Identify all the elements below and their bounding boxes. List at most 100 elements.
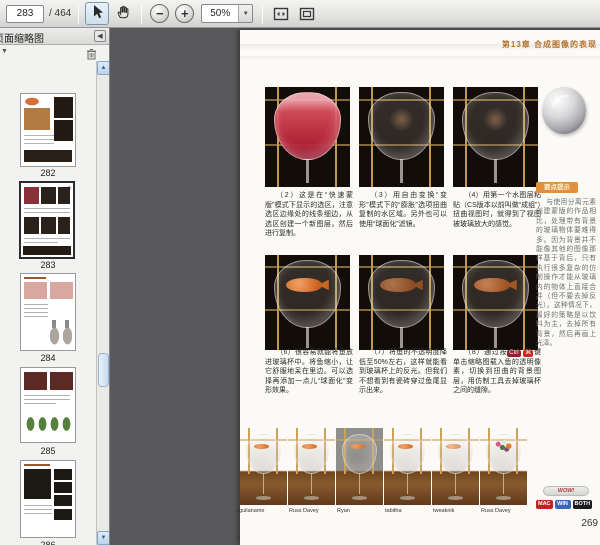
wine-glass-foot (255, 495, 272, 500)
zoom-level-select[interactable]: 50% ▼ (201, 4, 254, 23)
zoom-in-button[interactable]: + (175, 4, 195, 23)
gallery-photo-5 (432, 428, 479, 505)
credit-label: Russ Davey (481, 508, 511, 514)
hand-tool-button[interactable] (111, 2, 135, 25)
thumbnail-list: 282 283 284 285 286 (0, 61, 96, 545)
both-badge: BOTH (572, 500, 593, 509)
wine-glass-foot (447, 495, 464, 500)
wine-glass-stem (406, 474, 409, 495)
credit-label: Ryan (337, 508, 350, 514)
fish (446, 443, 461, 450)
scrollbar-thumb[interactable] (98, 353, 109, 387)
wine-glass-stem (502, 474, 505, 495)
platform-badges: MAC WIN BOTH (536, 500, 593, 509)
toolbar-separator (141, 3, 143, 24)
minus-icon: − (155, 6, 164, 21)
fish (285, 278, 322, 292)
hand-icon (116, 4, 130, 24)
wine-glass-bowl (462, 259, 529, 329)
wine-glass-stem (310, 474, 313, 495)
tip-box-title: 要点提示 (536, 182, 578, 193)
wine-glass-foot (495, 495, 512, 500)
toolbar-separator (78, 3, 80, 24)
fit-width-icon (273, 7, 289, 21)
wine-glass-bowl (294, 434, 329, 475)
document-canvas[interactable]: 第13章 合成图像的表现 （2）这是在“快速蒙版”模式下显示的选区，注意选区边缘… (111, 28, 600, 545)
wine-glass-bowl (246, 434, 281, 475)
thumbnail-label: 285 (40, 446, 56, 456)
cmd-key-badge: ⌘ (523, 350, 534, 357)
caption-text: （8）通过按 (464, 349, 508, 356)
flowers (493, 438, 514, 452)
thumbnail-page-282[interactable] (20, 93, 76, 167)
fish (254, 443, 269, 450)
thumbnails-panel-title: 页面缩略图 (0, 34, 44, 45)
gallery-photo-1 (240, 428, 287, 505)
gallery-photo-4 (384, 428, 431, 505)
fish (350, 443, 365, 450)
thumbnail-label: 286 (40, 540, 56, 545)
toolbar-separator (262, 3, 264, 24)
page-number: 269 (581, 518, 598, 529)
fit-width-button[interactable] (269, 2, 293, 25)
fish (473, 278, 510, 292)
reflection (482, 107, 509, 132)
wine-glass-bowl (368, 259, 435, 329)
credit-label: tabitha (385, 508, 402, 514)
thumbnail-page-283-selected[interactable] (19, 181, 75, 259)
wine-glass-bowl (438, 434, 473, 475)
scan-artifact (240, 56, 600, 60)
thumbnail-page-285[interactable] (20, 367, 76, 443)
scroll-down-button[interactable]: ▼ (97, 531, 109, 545)
fit-page-icon (299, 7, 315, 21)
wine-glass-bowl (368, 92, 435, 160)
gallery-photo-6 (480, 428, 527, 505)
figure-glass-magnified (453, 87, 538, 187)
gallery-photo-2 (288, 428, 335, 505)
fish (379, 278, 416, 292)
caption-step-3: （3）用自由变换“变形”模式下的“膨胀”选项扭曲复制的水区域。另外也可以使用“球… (359, 192, 447, 228)
cursor-arrow-icon (91, 4, 104, 24)
select-tool-button[interactable] (85, 2, 110, 25)
caption-step-6: （6）很容易就能将鱼放进玻璃杯中。将鱼缩小，让它舒服地呆在里边。可以选择再添加一… (265, 349, 353, 395)
tip-box-body: 与使用分离元素创建蒙版的作品相比，处理带有背景的玻璃物体要难得多。因为背景并不能… (536, 199, 596, 348)
win-badge: WIN (554, 500, 571, 509)
wine-glass-stem (358, 474, 361, 495)
wine-glass-stem (262, 474, 265, 495)
thumbnail-label: 284 (40, 353, 56, 363)
wine-glass-stem (494, 159, 497, 183)
figure-fish-opacity (359, 255, 444, 350)
thumbnail-page-286[interactable] (20, 460, 76, 538)
sidebar-scrollbar[interactable]: ▲ ▼ (96, 61, 109, 545)
page-number-input[interactable] (6, 4, 44, 23)
credit-label: Russ Davey (289, 508, 319, 514)
chapter-header: 第13章 合成图像的表现 (501, 40, 597, 49)
credit-label: tweaknik (433, 508, 455, 514)
reflection (388, 107, 415, 132)
scroll-up-button[interactable]: ▲ (97, 61, 109, 75)
wine-glass-bowl (342, 434, 377, 475)
thumbnail-label: 283 (40, 260, 56, 270)
wine-glass-bowl (486, 434, 521, 475)
thumbnail-page-284[interactable] (20, 273, 76, 351)
thumbnails-toolbar: ▼ (0, 45, 109, 61)
chevron-down-icon[interactable]: ▼ (238, 5, 253, 22)
fish (302, 443, 317, 450)
wine-glass-stem (306, 327, 309, 349)
caption-step-2: （2）这是在“快速蒙版”模式下显示的选区，注意选区边缘处的线条细边，从选区创建一… (265, 192, 353, 238)
zoom-out-button[interactable]: − (150, 4, 170, 23)
figure-fish-in-glass (265, 255, 350, 350)
plus-icon: + (180, 6, 189, 21)
caption-step-8: （8）通过按 Ctrl ⌘ 键单击缩略图载入鱼的透明像素，切换到扭曲的背景图层，用仿… (453, 348, 541, 396)
wine-glass-stem (306, 159, 309, 183)
pdf-viewer-window: / 464 − + 50% ▼ (0, 0, 600, 545)
panel-collapse-button[interactable]: ◀ (94, 30, 106, 42)
wine-glass-foot (303, 495, 320, 500)
toolbar: / 464 − + 50% ▼ (0, 0, 600, 28)
wine-glass-bowl (274, 259, 341, 329)
fit-page-button[interactable] (295, 2, 319, 25)
wine-glass-bowl (462, 92, 529, 160)
figure-glass-warped (359, 87, 444, 187)
options-menu-button[interactable]: ▼ (1, 48, 8, 55)
wine-glass-bowl (390, 434, 425, 475)
